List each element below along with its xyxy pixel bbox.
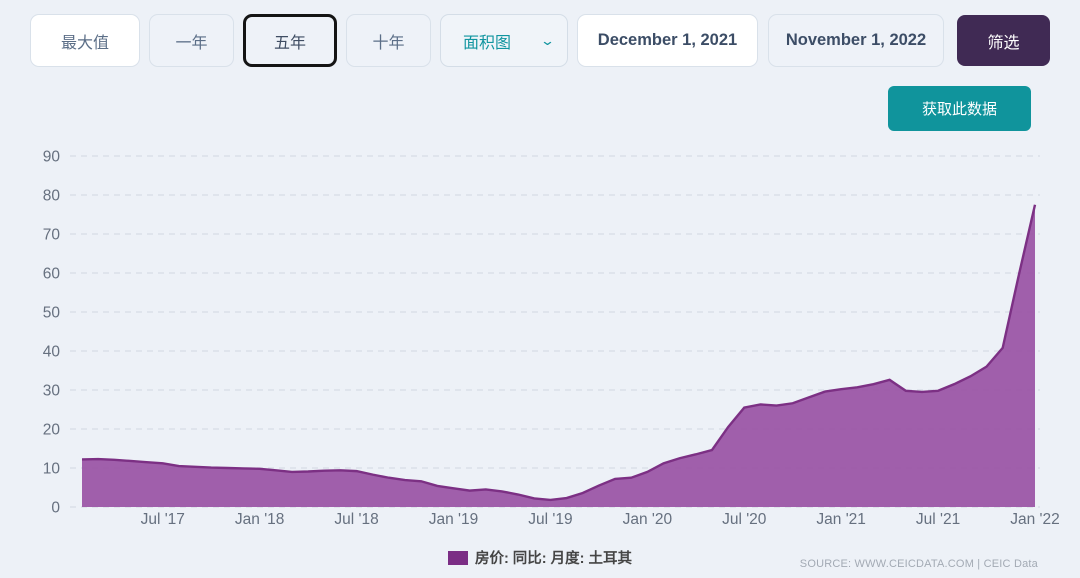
- area-series[interactable]: [82, 205, 1035, 507]
- y-tick-label: 80: [43, 188, 61, 205]
- range-button-10y[interactable]: 十年: [346, 14, 431, 67]
- range-button-max[interactable]: 最大值: [30, 14, 140, 67]
- x-tick-label: Jul '21: [916, 511, 960, 528]
- area-chart[interactable]: 0 10 20 30 40 50 60 70 80 90 Jul '17 Jan '18 Jul '18…: [0, 130, 1080, 542]
- date-from-input[interactable]: December 1, 2021: [577, 14, 758, 67]
- range-button-1y[interactable]: 一年: [149, 14, 234, 67]
- x-tick-label: Jul '20: [722, 511, 767, 528]
- x-tick-label: Jul '19: [528, 511, 572, 528]
- get-data-button[interactable]: 获取此数据: [888, 86, 1031, 131]
- source-attribution: SOURCE: WWW.CEICDATA.COM | CEIC Data: [800, 558, 1038, 570]
- x-tick-label: Jul '18: [334, 511, 378, 528]
- y-tick-label: 60: [43, 266, 61, 283]
- x-tick-label: Jul '17: [141, 511, 185, 528]
- y-tick-label: 0: [51, 500, 60, 517]
- y-tick-label: 10: [43, 461, 61, 478]
- toolbar: 最大值 一年 五年 十年 面积图 ⌄ December 1, 2021 Nove…: [30, 14, 1050, 67]
- y-tick-label: 20: [43, 422, 61, 439]
- range-button-5y[interactable]: 五年: [243, 14, 337, 67]
- y-tick-label: 30: [43, 383, 61, 400]
- x-tick-label: Jan '18: [235, 511, 285, 528]
- legend-swatch: [448, 551, 468, 565]
- filter-button[interactable]: 筛选: [957, 15, 1050, 66]
- legend-label: 房价: 同比: 月度: 土耳其: [475, 547, 632, 568]
- chart-type-value: 面积图: [463, 29, 511, 53]
- chevron-down-icon: ⌄: [540, 33, 555, 49]
- chart-type-select[interactable]: 面积图 ⌄: [440, 14, 568, 67]
- x-tick-label: Jan '19: [429, 511, 479, 528]
- y-tick-label: 50: [43, 305, 61, 322]
- x-tick-label: Jan '20: [623, 511, 673, 528]
- y-tick-label: 90: [43, 149, 61, 166]
- date-to-input[interactable]: November 1, 2022: [768, 14, 944, 67]
- y-tick-label: 40: [43, 344, 61, 361]
- x-tick-label: Jan '21: [816, 511, 866, 528]
- area-chart-svg: 0 10 20 30 40 50 60 70 80 90 Jul '17 Jan '18 Jul '18…: [0, 130, 1080, 542]
- x-tick-label: Jan '22: [1010, 511, 1060, 528]
- y-tick-label: 70: [43, 227, 61, 244]
